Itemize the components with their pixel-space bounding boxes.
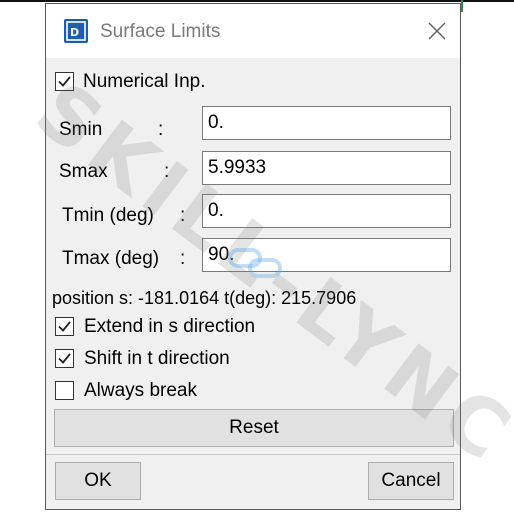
shift-t-checkbox[interactable]	[55, 349, 74, 368]
tmax-label: Tmax (deg)	[62, 248, 160, 269]
always-break-label: Always break	[84, 380, 197, 401]
tmax-input[interactable]: 90.	[202, 238, 451, 272]
checkmark-icon	[58, 76, 71, 87]
smax-label: Smax	[59, 161, 108, 182]
button-separator	[46, 454, 460, 455]
tmin-colon: :	[180, 205, 186, 226]
window-title: Surface Limits	[100, 21, 221, 42]
background-marker	[461, 0, 463, 12]
always-break-checkbox[interactable]	[55, 381, 74, 400]
smin-input[interactable]: 0.	[202, 106, 451, 140]
numerical-input-checkbox[interactable]	[55, 72, 74, 91]
app-logo-icon: D	[64, 19, 88, 43]
title-bar[interactable]: D Surface Limits	[46, 4, 460, 58]
reset-button[interactable]: Reset	[54, 409, 454, 447]
ok-button[interactable]: OK	[55, 462, 141, 500]
smax-colon: :	[164, 161, 170, 182]
close-icon	[428, 22, 446, 40]
cancel-button[interactable]: Cancel	[368, 462, 454, 500]
smin-colon: :	[158, 119, 164, 140]
checkmark-icon	[58, 353, 71, 364]
extend-s-checkbox[interactable]	[55, 317, 74, 336]
checkmark-icon	[58, 321, 71, 332]
extend-s-label: Extend in s direction	[84, 316, 256, 337]
svg-text:D: D	[70, 26, 79, 39]
shift-t-label: Shift in t direction	[84, 348, 230, 369]
background-edge	[0, 0, 514, 2]
position-readout: position s: -181.0164 t(deg): 215.7906	[52, 288, 357, 308]
surface-limits-dialog: D Surface Limits Numerical Inp. Smin : 0…	[45, 3, 461, 510]
tmax-colon: :	[180, 248, 186, 269]
tmin-label: Tmin (deg)	[62, 205, 154, 226]
tmin-input[interactable]: 0.	[202, 194, 451, 228]
smin-label: Smin	[59, 119, 103, 140]
close-button[interactable]	[420, 14, 454, 48]
smax-input[interactable]: 5.9933	[202, 151, 451, 185]
numerical-input-label: Numerical Inp.	[83, 71, 206, 92]
